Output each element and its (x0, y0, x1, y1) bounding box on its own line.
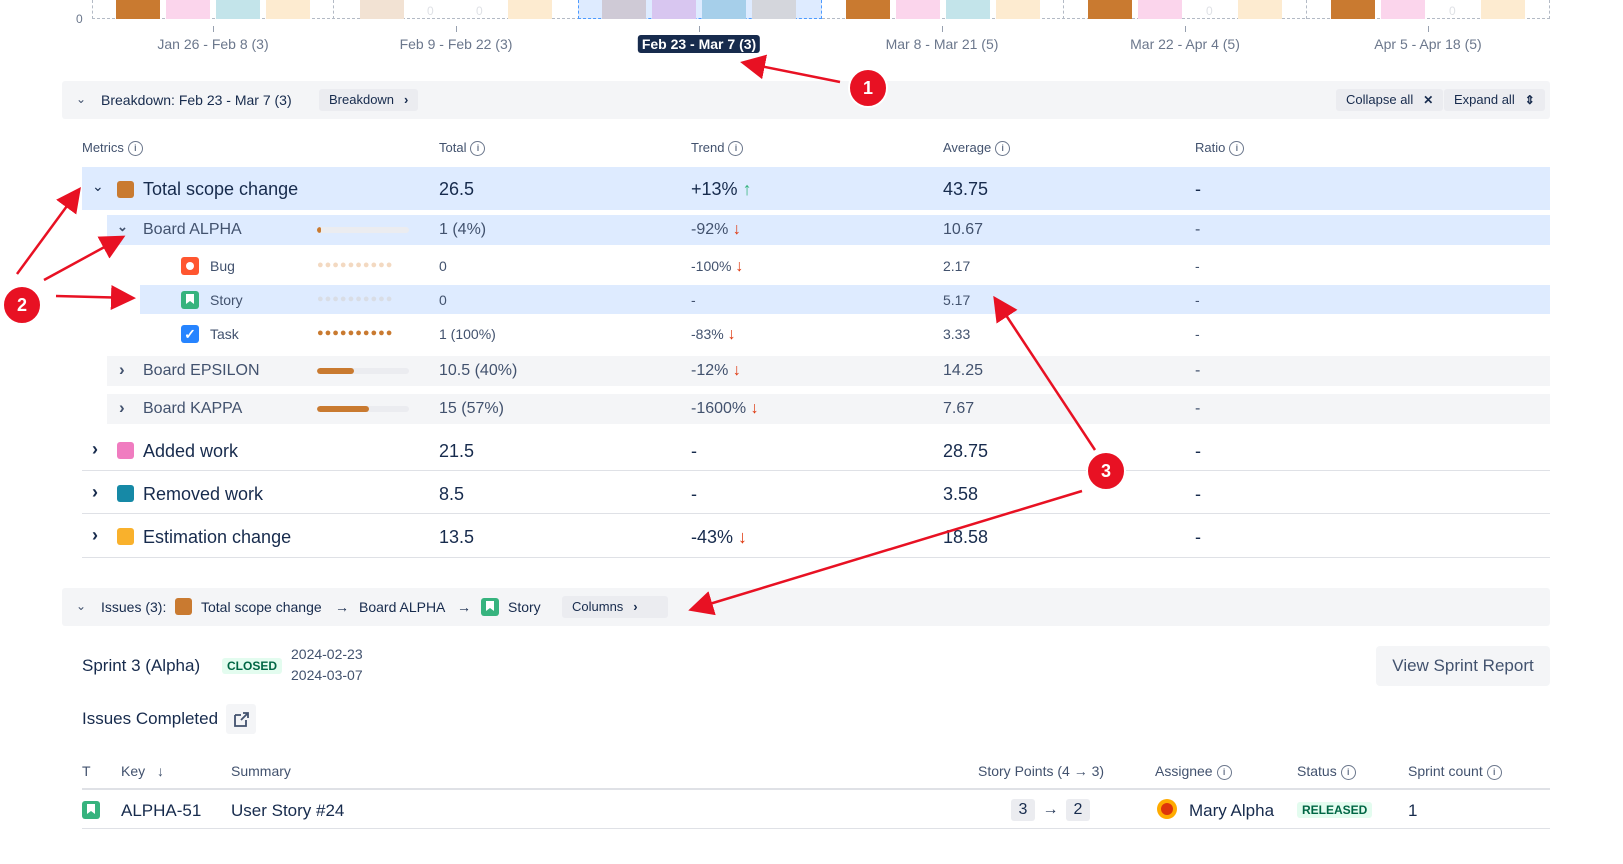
annotation-badge-2: 2 (2, 285, 42, 325)
annotation-badge-3: 3 (1086, 451, 1126, 491)
annotation-badge-1: 1 (848, 68, 888, 108)
annotation-arrows (15, 54, 1097, 616)
